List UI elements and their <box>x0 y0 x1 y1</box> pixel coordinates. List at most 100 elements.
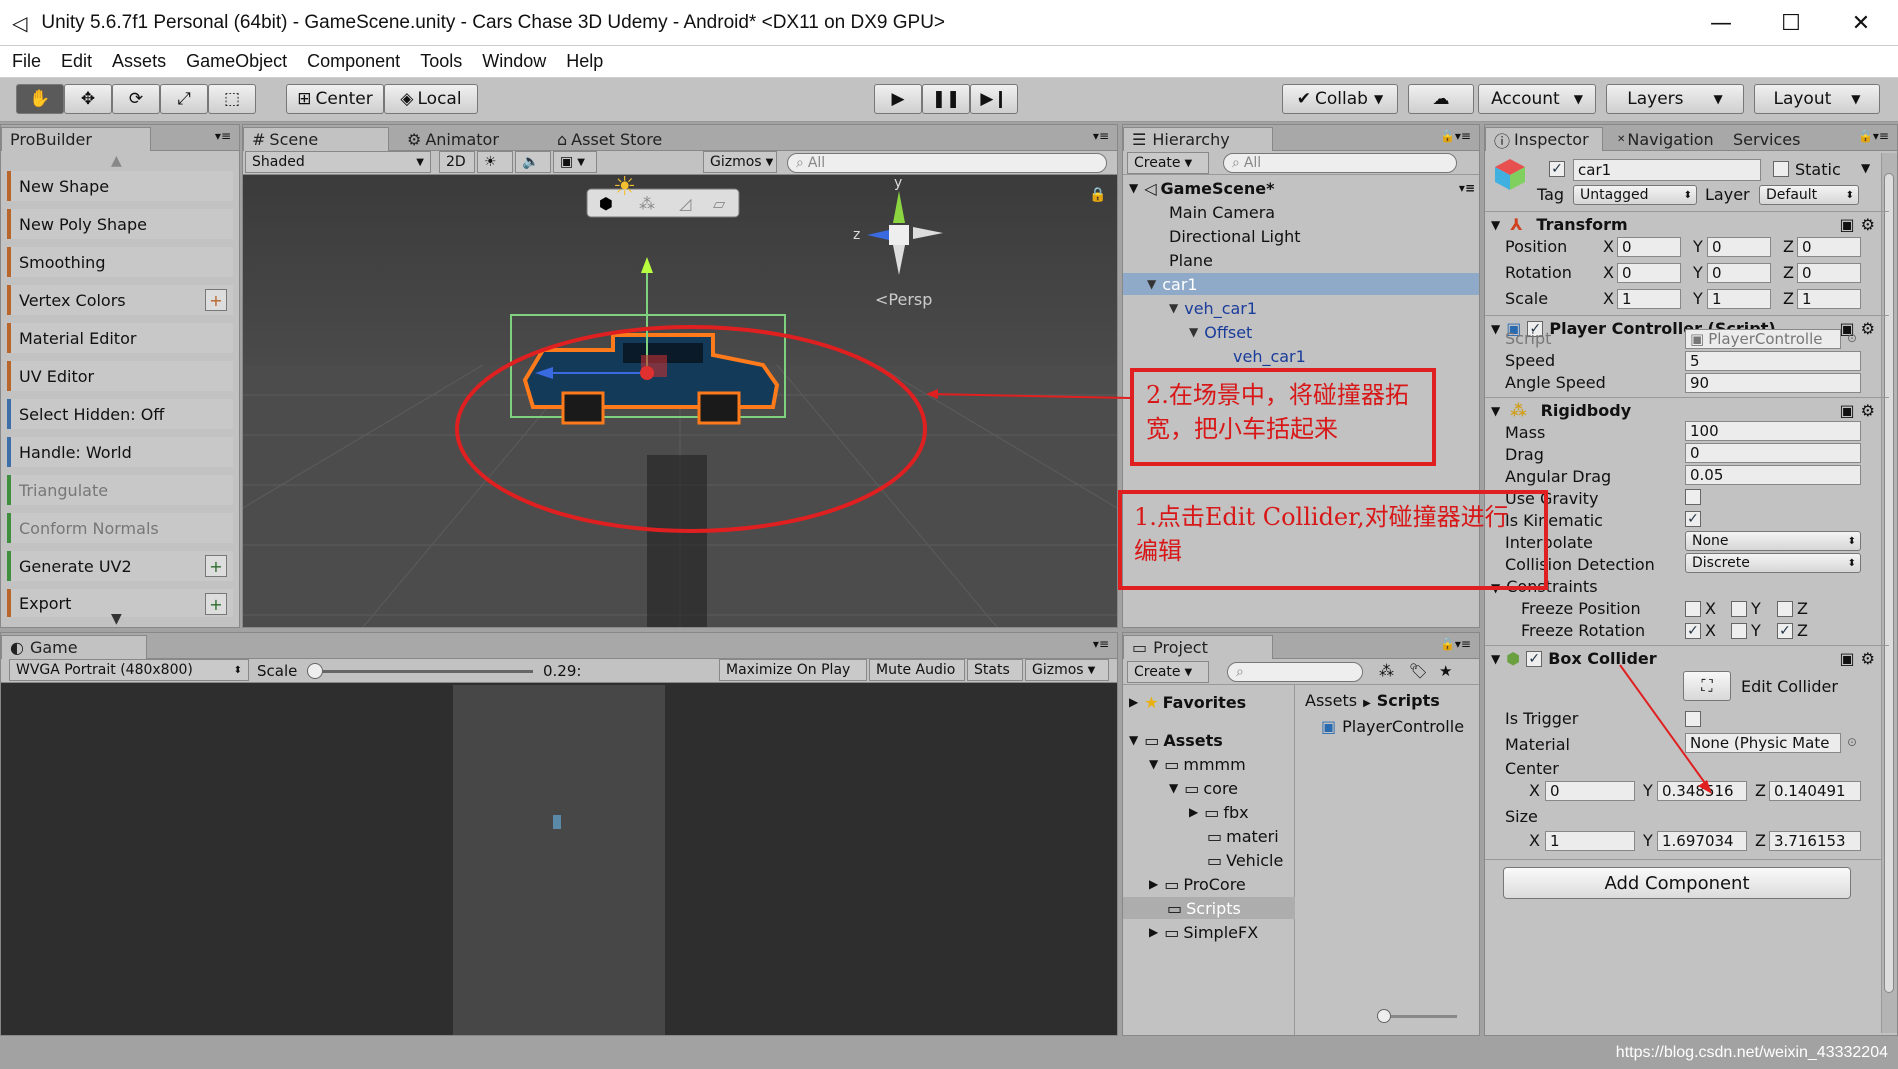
shading-dropdown[interactable]: Shaded ▼ <box>245 151 431 173</box>
center-z-input[interactable]: 0.140491 <box>1769 781 1861 801</box>
resolution-dropdown[interactable]: WVGA Portrait (480x800) ⬍ <box>9 659 249 681</box>
pb-new-shape[interactable]: New Shape <box>7 171 233 201</box>
tab-services[interactable]: Services <box>1725 127 1808 151</box>
layer-dropdown[interactable]: Default ⬍ <box>1759 185 1859 205</box>
scale-z-input[interactable]: 1 <box>1797 289 1861 309</box>
material-field[interactable]: None (Physic Mate <box>1685 733 1841 753</box>
scale-y-input[interactable]: 1 <box>1707 289 1771 309</box>
panel-menu-icon[interactable]: 🔒▾≡ <box>1858 129 1889 143</box>
static-checkbox[interactable] <box>1773 161 1789 177</box>
project-search-input[interactable]: ⌕ <box>1227 662 1363 682</box>
move-tool-button[interactable]: ✥ <box>64 84 112 114</box>
hierarchy-item-offset[interactable]: ▼ Offset <box>1189 321 1252 343</box>
minimize-button[interactable]: — <box>1686 0 1756 46</box>
scene-search-input[interactable]: ⌕ All <box>787 153 1107 173</box>
freeze-rot-z-checkbox[interactable]: ✓ <box>1777 623 1793 639</box>
scene-menu-icon[interactable]: ▾≡ <box>1459 181 1475 195</box>
project-folder-scripts[interactable]: ▭ Scripts <box>1123 897 1295 919</box>
account-dropdown[interactable]: Account ▼ <box>1478 84 1596 114</box>
project-folder-vehicle[interactable]: ▭ Vehicle <box>1207 849 1283 871</box>
scroll-up-icon[interactable]: ▲ <box>111 153 122 169</box>
play-button[interactable]: ▶ <box>874 84 922 114</box>
project-create-dropdown[interactable]: Create ▼ <box>1127 661 1209 683</box>
edge-icon[interactable]: ◿ <box>678 194 692 213</box>
hierarchy-scene-root[interactable]: ▼ ◁ GameScene* ▾≡ <box>1129 177 1475 199</box>
mute-audio-toggle[interactable]: Mute Audio <box>869 659 965 681</box>
gear-icon[interactable]: ⚙ <box>1861 401 1875 420</box>
game-view[interactable] <box>453 685 665 1035</box>
menu-help[interactable]: Help <box>566 51 603 72</box>
pb-handle-world[interactable]: Handle: World <box>7 437 233 467</box>
hierarchy-item-main-camera[interactable]: Main Camera <box>1169 201 1275 223</box>
project-folder-assets[interactable]: ▼ ▭ Assets <box>1129 729 1223 751</box>
scale-slider-track[interactable] <box>311 670 533 673</box>
freeze-rot-x-checkbox[interactable]: ✓ <box>1685 623 1701 639</box>
tab-project[interactable]: ▭ Project <box>1123 635 1273 659</box>
project-folder-core[interactable]: ▼ ▭ core <box>1169 777 1238 799</box>
inspector-scrollbar[interactable] <box>1881 153 1897 1033</box>
tab-inspector[interactable]: ⓘ Inspector <box>1485 127 1603 151</box>
hierarchy-item-car1[interactable]: ▼ car1 <box>1123 273 1479 295</box>
hierarchy-item-directional-light[interactable]: Directional Light <box>1169 225 1301 247</box>
object-picker-icon[interactable]: ⊙ <box>1847 331 1857 345</box>
active-checkbox[interactable]: ✓ <box>1549 161 1565 177</box>
scene-viewport[interactable]: ⬢ ⁂ ◿ ▱ y z <Persp 🔒 ☀ <box>243 175 1117 627</box>
rotation-y-input[interactable]: 0 <box>1707 263 1771 283</box>
lighting-toggle[interactable]: ☀ <box>477 151 513 173</box>
cube-icon[interactable]: ⬢ <box>599 194 613 213</box>
is-trigger-checkbox[interactable] <box>1685 711 1701 727</box>
pb-select-hidden[interactable]: Select Hidden: Off <box>7 399 233 429</box>
collab-dropdown[interactable]: ✔ Collab ▼ <box>1282 84 1398 114</box>
panel-menu-icon[interactable]: ▾≡ <box>1093 129 1109 143</box>
menu-tools[interactable]: Tools <box>420 51 462 72</box>
pb-uv-editor[interactable]: UV Editor <box>7 361 233 391</box>
add-component-button[interactable]: Add Component <box>1503 867 1851 899</box>
angular-drag-input[interactable]: 0.05 <box>1685 465 1861 485</box>
center-x-input[interactable]: 0 <box>1545 781 1635 801</box>
box-collider-enabled-checkbox[interactable]: ✓ <box>1526 650 1543 667</box>
project-folder-fbx[interactable]: ▶ ▭ fbx <box>1189 801 1249 823</box>
scale-tool-button[interactable]: ⤢ <box>160 84 208 114</box>
freeze-rot-y-checkbox[interactable] <box>1731 623 1747 639</box>
gizmos-dropdown[interactable]: Gizmos ▼ <box>703 151 777 173</box>
menu-edit[interactable]: Edit <box>61 51 92 72</box>
scale-slider-handle[interactable] <box>307 663 323 679</box>
stats-toggle[interactable]: Stats <box>967 659 1023 681</box>
center-y-input[interactable]: 0.348516 <box>1657 781 1747 801</box>
pb-new-poly-shape[interactable]: New Poly Shape <box>7 209 233 239</box>
project-folder-materi[interactable]: ▭ materi <box>1207 825 1279 847</box>
tab-animator[interactable]: ⚙ Animator <box>399 127 507 151</box>
pb-conform-normals[interactable]: Conform Normals <box>7 513 233 543</box>
tab-scene[interactable]: # Scene <box>243 127 389 151</box>
pb-triangulate[interactable]: Triangulate <box>7 475 233 505</box>
position-z-input[interactable]: 0 <box>1797 237 1861 257</box>
project-folder-mmmm[interactable]: ▼ ▭ mmmm <box>1149 753 1246 775</box>
tab-game[interactable]: ◐ Game <box>1 635 147 659</box>
star-icon[interactable]: ★ <box>1439 662 1452 680</box>
plus-icon[interactable]: + <box>205 289 227 311</box>
face-icon[interactable]: ▱ <box>713 194 726 213</box>
hierarchy-item-plane[interactable]: Plane <box>1169 249 1213 271</box>
pause-button[interactable]: ❚❚ <box>922 84 970 114</box>
help-icon[interactable]: ▣ <box>1840 649 1855 668</box>
breadcrumb-leaf[interactable]: Scripts <box>1377 691 1440 710</box>
filter-type-icon[interactable]: ⁂ <box>1379 662 1394 680</box>
audio-toggle[interactable]: 🔈 <box>515 151 551 173</box>
gameobject-name-input[interactable]: car1 <box>1573 159 1761 181</box>
collision-detection-dropdown[interactable]: Discrete ⬍ <box>1685 553 1861 573</box>
breadcrumb-root[interactable]: Assets <box>1305 691 1357 710</box>
rect-tool-button[interactable]: ⬚ <box>208 84 256 114</box>
pb-smoothing[interactable]: Smoothing <box>7 247 233 277</box>
size-z-input[interactable]: 3.716153 <box>1769 831 1861 851</box>
edit-collider-button[interactable]: ⛶ <box>1683 671 1731 701</box>
use-gravity-checkbox[interactable] <box>1685 489 1701 505</box>
tab-asset-store[interactable]: ⌂ Asset Store <box>549 127 670 151</box>
pivot-center[interactable] <box>640 366 654 380</box>
menu-gameobject[interactable]: GameObject <box>186 51 287 72</box>
tab-hierarchy[interactable]: ☰ Hierarchy <box>1123 127 1273 151</box>
project-favorites[interactable]: ▶ ★ Favorites <box>1129 691 1246 713</box>
freeze-pos-x-checkbox[interactable] <box>1685 601 1701 617</box>
gear-icon[interactable]: ⚙ <box>1861 649 1875 668</box>
menu-component[interactable]: Component <box>307 51 400 72</box>
speed-input[interactable]: 5 <box>1685 351 1861 371</box>
